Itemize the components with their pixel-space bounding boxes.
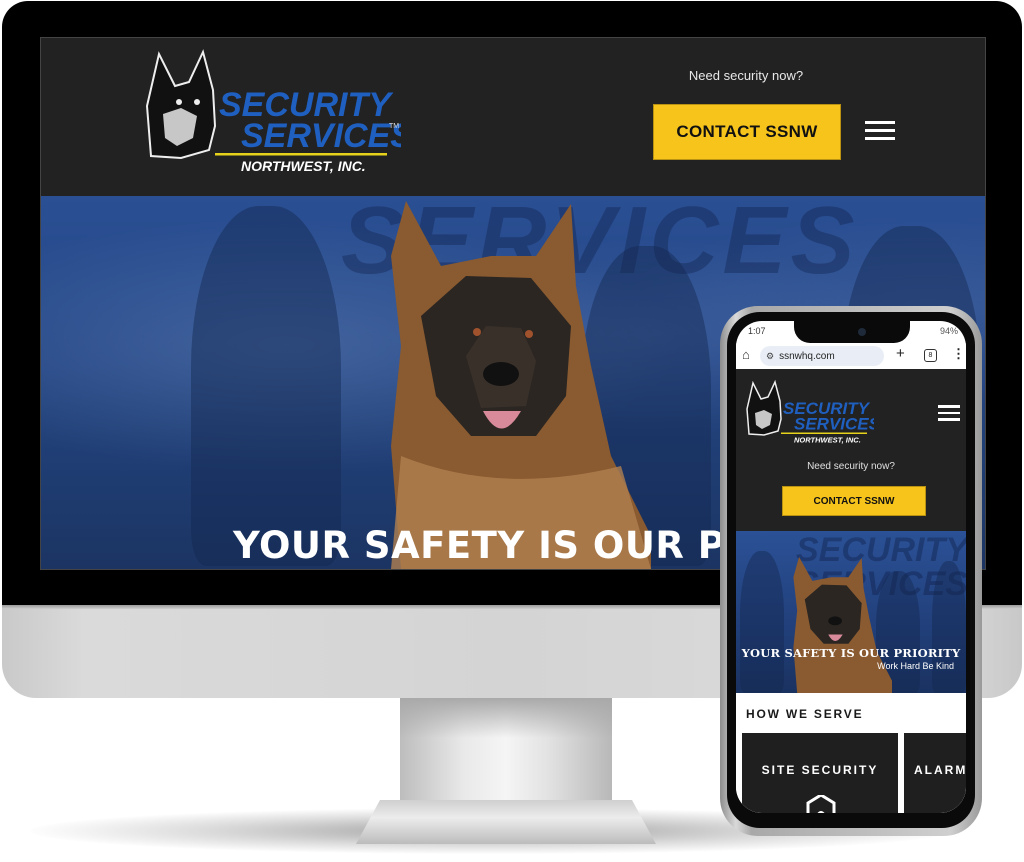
mobile-need-security-text: Need security now? xyxy=(807,461,895,472)
service-card-label: ALARM xyxy=(914,763,966,777)
logo-underline xyxy=(781,432,867,434)
status-time: 1:07 xyxy=(748,326,766,336)
logo-line3: NORTHWEST, INC. xyxy=(241,158,366,174)
german-shepherd-image xyxy=(391,201,651,569)
status-battery: 94% xyxy=(939,326,958,336)
hamburger-menu-icon[interactable] xyxy=(865,121,895,141)
dog-logo-icon xyxy=(145,49,217,160)
mobile-company-logo[interactable]: SECURITY SERVICES NORTHWEST, INC. xyxy=(744,379,874,445)
new-tab-icon[interactable]: + xyxy=(896,345,905,362)
site-header: SECURITY SERVICES TM NORTHWEST, INC. Nee… xyxy=(41,38,985,196)
phone-notch xyxy=(794,321,910,343)
browser-toolbar: ⌂ ⚙ ssnwhq.com + 8 ⋮ xyxy=(736,343,966,369)
tab-count-button[interactable]: 8 xyxy=(924,349,937,362)
guard-silhouette xyxy=(191,206,341,566)
logo-line2: SERVICES xyxy=(241,117,401,155)
monitor-stand-foot xyxy=(356,800,656,844)
home-icon[interactable]: ⌂ xyxy=(742,347,750,362)
hero-title: YOUR SAFETY IS OUR PRIO xyxy=(233,524,801,567)
mobile-hero-subtitle: Work Hard Be Kind xyxy=(877,661,954,671)
shield-guard-icon xyxy=(806,795,836,813)
logo-underline xyxy=(215,153,387,156)
how-we-serve-section: HOW WE SERVE SITE SECURITY ALARM xyxy=(736,693,966,813)
contact-button[interactable]: CONTACT SSNW xyxy=(653,104,841,160)
logo-trademark: TM xyxy=(389,123,399,130)
mobile-logo-line2: SERVICES xyxy=(794,415,874,434)
more-vert-icon[interactable]: ⋮ xyxy=(952,346,965,362)
guard-silhouette xyxy=(932,561,966,693)
service-card-label: SITE SECURITY xyxy=(761,763,879,777)
dog-logo-icon xyxy=(746,379,782,436)
need-security-text: Need security now? xyxy=(688,68,804,83)
how-we-serve-title: HOW WE SERVE xyxy=(746,707,864,721)
phone-bezel: 1:07 94% ⌂ ⚙ ssnwhq.com + 8 ⋮ SECURITY S… xyxy=(727,312,975,828)
company-logo[interactable]: SECURITY SERVICES TM NORTHWEST, INC. xyxy=(141,46,401,178)
mobile-hero-banner: SECURITY SERVICES YOUR SAFETY IS OUR PRI… xyxy=(736,531,966,693)
service-card-alarm[interactable]: ALARM xyxy=(904,733,966,813)
site-settings-icon[interactable]: ⚙ xyxy=(766,351,774,362)
phone-frame: 1:07 94% ⌂ ⚙ ssnwhq.com + 8 ⋮ SECURITY S… xyxy=(720,306,982,836)
german-shepherd-image xyxy=(793,556,892,693)
guard-silhouette xyxy=(740,551,784,693)
mobile-hero-title: YOUR SAFETY IS OUR PRIORITY xyxy=(741,646,961,660)
mobile-site-header: SECURITY SERVICES NORTHWEST, INC. Need s… xyxy=(736,369,966,531)
front-camera xyxy=(858,328,866,336)
service-card-site-security[interactable]: SITE SECURITY xyxy=(742,733,898,813)
phone-screen: 1:07 94% ⌂ ⚙ ssnwhq.com + 8 ⋮ SECURITY S… xyxy=(736,321,966,813)
url-text: ssnwhq.com xyxy=(779,350,835,362)
mobile-hamburger-menu-icon[interactable] xyxy=(938,405,960,421)
address-bar[interactable]: ⚙ ssnwhq.com xyxy=(760,346,884,366)
mobile-logo-line3: NORTHWEST, INC. xyxy=(794,436,861,445)
mobile-contact-button[interactable]: CONTACT SSNW xyxy=(782,486,926,516)
